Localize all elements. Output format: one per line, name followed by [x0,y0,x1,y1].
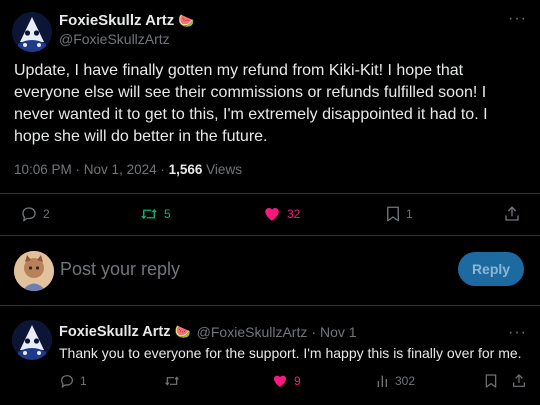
share-icon [505,206,519,221]
reply-author-name[interactable]: FoxieSkullz Artz [59,324,170,340]
more-options-icon[interactable]: ··· [508,11,527,27]
reply-repost-action[interactable] [163,373,181,389]
bookmark-icon [485,374,497,388]
heart-filled-icon [265,208,279,221]
reply-more-options-icon[interactable]: ··· [508,325,527,341]
repost-icon [165,376,179,386]
reply-text: Thank you to everyone for the support. I… [59,345,522,361]
skull-logo-icon [12,320,52,360]
tweet-date[interactable]: Nov 1, 2024 [84,162,157,177]
reply-views-action[interactable]: 302 [376,373,415,389]
bookmark-action[interactable]: 1 [385,205,413,223]
user-avatar[interactable] [14,251,54,291]
reply-button[interactable]: Reply [458,252,524,286]
reply-views-count: 302 [395,374,416,388]
divider [0,305,540,306]
reply-icon [22,207,36,222]
reply-header: FoxieSkullz Artz 🍉 @FoxieSkullzArtz · No… [59,324,357,340]
reply-like-action[interactable]: 9 [271,373,301,389]
watermelon-emoji: 🍉 [174,324,191,339]
divider [0,193,540,194]
reply-author-handle[interactable]: @FoxieSkullzArtz [197,324,308,340]
reply-bookmark-action[interactable] [484,373,498,389]
fox-character-avatar-icon [14,251,54,291]
analytics-icon [377,375,387,387]
like-action[interactable]: 32 [262,205,300,223]
reply-input[interactable]: Post your reply [60,259,180,280]
repost-icon [141,208,157,220]
repost-action[interactable]: 5 [139,205,171,223]
like-count: 32 [287,207,301,221]
reply-author-avatar[interactable] [12,320,52,360]
share-action[interactable] [503,205,521,223]
repost-count: 5 [164,207,171,221]
tweet-text: Update, I have finally gotten my refund … [14,62,488,145]
author-handle[interactable]: @FoxieSkullzArtz [59,31,170,47]
reply-action[interactable]: 2 [20,205,50,223]
views-label: Views [206,162,242,177]
bookmark-icon [387,206,399,222]
author-name[interactable]: FoxieSkullz Artz [59,12,174,29]
reply-reply-count: 1 [80,374,87,388]
watermelon-emoji: 🍉 [178,12,195,28]
reply-count: 2 [43,207,50,221]
reply-reply-action[interactable]: 1 [59,373,87,389]
reply-date[interactable]: Nov 1 [320,324,357,340]
tweet-time[interactable]: 10:06 PM [14,162,72,177]
views-count: 1,566 [168,162,203,177]
reply-share-action[interactable] [511,373,527,389]
heart-filled-icon [274,375,286,387]
tweet-meta: 10:06 PM · Nov 1, 2024 · 1,566 Views [14,162,242,177]
share-icon [513,374,525,387]
bookmark-count: 1 [406,207,413,221]
reply-icon [61,375,73,388]
skull-logo-icon [12,12,52,52]
reply-like-count: 9 [294,374,301,388]
divider [0,235,540,236]
author-avatar[interactable] [12,12,52,52]
